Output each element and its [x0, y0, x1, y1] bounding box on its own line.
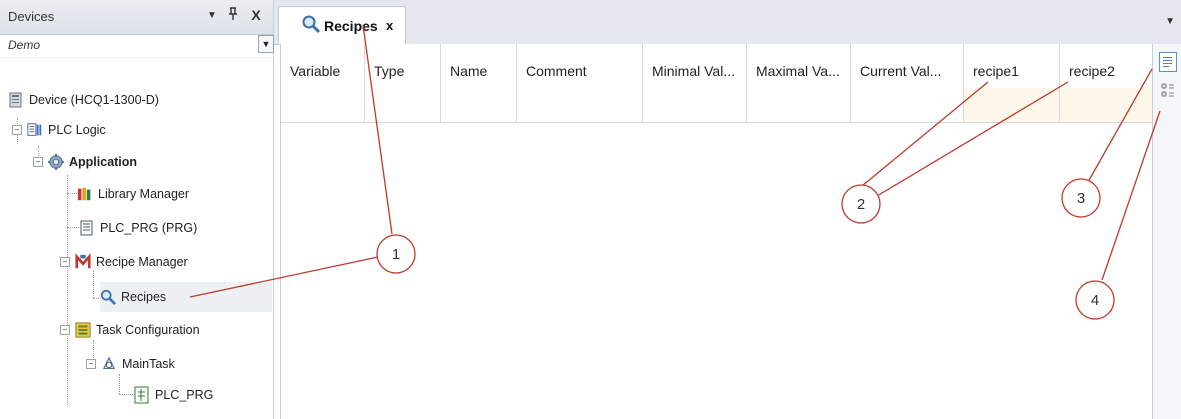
svg-text:2: 2 — [857, 196, 865, 213]
callout-1: 1 — [376, 234, 416, 274]
callout-overlay: 1 2 3 4 — [189, 24, 1161, 320]
callout-2: 2 — [841, 184, 881, 224]
svg-text:3: 3 — [1077, 190, 1085, 207]
svg-text:1: 1 — [392, 246, 400, 263]
callout-3: 3 — [1061, 178, 1101, 218]
svg-text:4: 4 — [1091, 292, 1099, 309]
callout-4: 4 — [1075, 280, 1115, 320]
